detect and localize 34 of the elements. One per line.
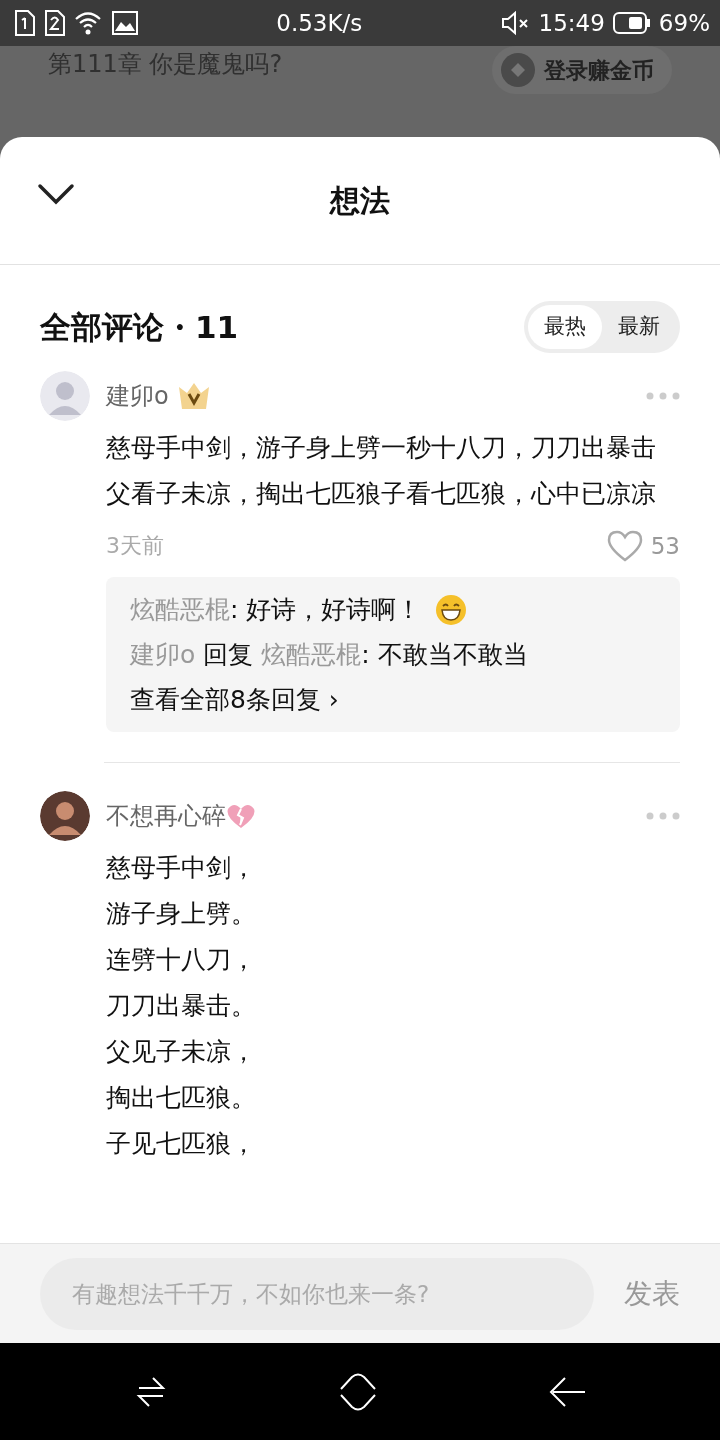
clock-time: 15:49: [538, 8, 605, 38]
battery-icon: [612, 11, 651, 35]
comments-title: 全部评论・11: [40, 307, 239, 347]
sim-card-icon: [44, 9, 66, 37]
battery-percent: 69%: [658, 8, 710, 38]
reply-text: 建卯o 回复 炫酷恶棍: 不敢当不敢当: [130, 639, 528, 671]
comment-input[interactable]: 有趣想法千千万，不如你也来一条?: [40, 1257, 594, 1330]
comment-text: 刀刀出暴击。: [106, 990, 257, 1022]
comment-text: 连劈十八刀，: [106, 944, 257, 976]
comment-text: 游子身上劈。: [106, 898, 257, 930]
login-button[interactable]: 登录赚金币: [492, 46, 672, 94]
network-speed: 0.53K/s: [276, 8, 363, 38]
mute-icon: [500, 10, 531, 36]
collapse-button[interactable]: [36, 181, 76, 206]
avatar: [40, 791, 90, 841]
comment-text: 父见子未凉，: [106, 1036, 257, 1068]
home-button[interactable]: [338, 1371, 378, 1412]
user-name[interactable]: 不想再心碎: [106, 798, 226, 834]
post-time: 3天前: [106, 532, 164, 561]
comment-text: 慈母手中剑，: [106, 852, 257, 884]
view-replies-link[interactable]: 查看全部8条回复 ›: [130, 677, 339, 722]
sort-tab[interactable]: 最新: [602, 305, 676, 349]
coin-icon: [500, 52, 536, 88]
sheet-title: 想法: [330, 182, 390, 220]
sort-tab[interactable]: 最热: [528, 305, 602, 349]
comment-text: 掏出七匹狼。: [106, 1082, 257, 1114]
user-name[interactable]: 建卯o: [106, 377, 169, 414]
like-count: 53: [650, 531, 680, 561]
sim-card-icon: [14, 9, 36, 37]
image-icon: [112, 11, 138, 35]
reply-text: 炫酷恶棍: 好诗，好诗啊！: [130, 594, 422, 626]
avatar: [40, 370, 90, 421]
comment-text: 子见七匹狼，: [106, 1128, 257, 1160]
comment-text: 慈母手中剑，游子身上劈一秒十八刀，刀刀出暴击父看子未凉，掏出七匹狼子看七匹狼，心中已凉凉: [106, 431, 657, 510]
